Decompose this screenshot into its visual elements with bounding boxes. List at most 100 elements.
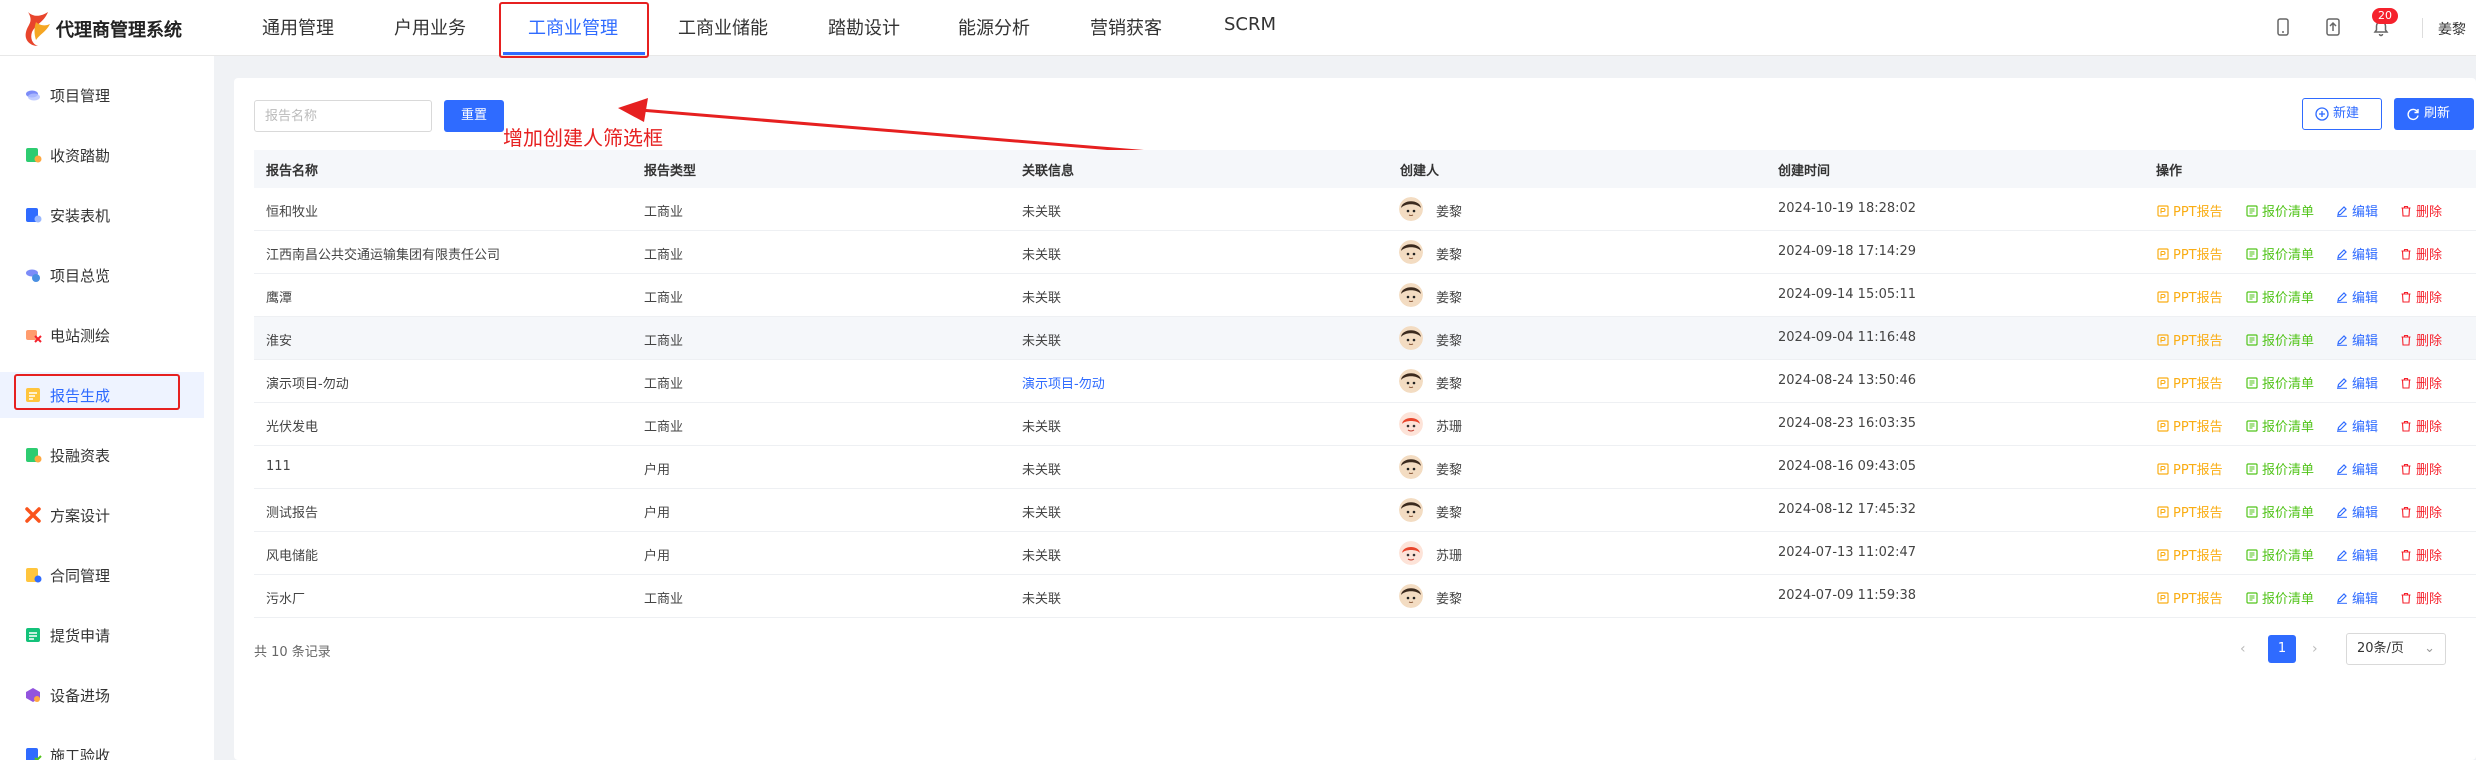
edit-button[interactable]: 编辑 [2336,287,2378,306]
page-number-1[interactable]: 1 [2268,635,2296,663]
topnav-energy-analysis[interactable]: 能源分析 [958,14,1030,40]
delete-button[interactable]: 删除 [2400,373,2442,392]
ppt-report-label: PPT报告 [2173,549,2223,564]
ppt-report-button[interactable]: PPT报告 [2157,459,2223,478]
edit-button[interactable]: 编辑 [2336,588,2378,607]
prev-page-icon[interactable]: ‹ [2240,641,2246,657]
ppt-report-button[interactable]: PPT报告 [2157,244,2223,263]
quote-list-button[interactable]: 报价清单 [2246,244,2314,263]
topnav-marketing[interactable]: 营销获客 [1090,14,1162,40]
cell-report-type: 工商业 [644,291,684,306]
new-button[interactable]: 新建 [2302,98,2382,130]
quote-list-button[interactable]: 报价清单 [2246,201,2314,220]
cell-link-info[interactable]: 演示项目-勿动 [1022,373,1105,392]
edit-button[interactable]: 编辑 [2336,459,2378,478]
cell-report-name: 光伏发电 [266,420,319,435]
sidebar-item-install[interactable]: 安装表机 [0,192,204,238]
ppt-report-button[interactable]: PPT报告 [2157,502,2223,521]
upload-icon[interactable] [2322,16,2344,38]
ppt-report-button[interactable]: PPT报告 [2157,201,2223,220]
delete-button[interactable]: 删除 [2400,201,2442,220]
delete-button[interactable]: 删除 [2400,287,2442,306]
table-row: 淮安 工商业 未关联 姜黎 2024-09-04 11:16:48 PPT报告 报价清单 编辑… [254,317,2476,360]
report-name-search-input[interactable] [254,100,432,132]
column-header-creator: 创建人 [1400,164,1440,179]
avatar [1399,541,1423,565]
cell-report-type: 户用 [644,506,671,521]
quote-list-button[interactable]: 报价清单 [2246,502,2314,521]
sidebar-item-project[interactable]: 项目管理 [0,72,204,118]
ppt-report-button[interactable]: PPT报告 [2157,287,2223,306]
delete-button[interactable]: 删除 [2400,459,2442,478]
sidebar-item-survey[interactable]: 收资踏勘 [0,132,204,178]
delete-button[interactable]: 删除 [2400,330,2442,349]
cell-link-info: 未关联 [1022,248,1062,263]
list-file-icon [2246,549,2258,561]
cell-creator: 姜黎 [1436,248,1463,263]
quote-list-button[interactable]: 报价清单 [2246,545,2314,564]
quote-list-button[interactable]: 报价清单 [2246,330,2314,349]
edit-button[interactable]: 编辑 [2336,201,2378,220]
cell-report-name: 演示项目-勿动 [266,377,349,392]
cell-created-time: 2024-08-24 13:50:46 [1778,373,1917,388]
quote-list-button[interactable]: 报价清单 [2246,373,2314,392]
sidebar-item-contract[interactable]: 合同管理 [0,552,204,598]
edit-button[interactable]: 编辑 [2336,244,2378,263]
topnav-survey-design[interactable]: 踏勘设计 [828,14,900,40]
sidebar-item-acceptance[interactable]: 施工验收 [0,732,204,760]
user-name[interactable]: 姜黎 [2438,19,2466,39]
delete-button[interactable]: 删除 [2400,588,2442,607]
sidebar-item-label: 收资踏勘 [50,147,111,165]
edit-button[interactable]: 编辑 [2336,373,2378,392]
sidebar-item-overview[interactable]: 项目总览 [0,252,204,298]
edit-button[interactable]: 编辑 [2336,502,2378,521]
sidebar-item-design[interactable]: 方案设计 [0,492,204,538]
sidebar-item-finance[interactable]: 投融资表 [0,432,204,478]
ppt-report-button[interactable]: PPT报告 [2157,416,2223,435]
list-file-icon [2246,248,2258,260]
trash-icon [2401,592,2411,604]
topnav-residential[interactable]: 户用业务 [394,14,466,40]
refresh-button[interactable]: 刷新 [2394,98,2474,130]
quote-list-label: 报价清单 [2262,205,2315,220]
cell-creator: 姜黎 [1436,205,1463,220]
ppt-report-button[interactable]: PPT报告 [2157,373,2223,392]
quote-list-button[interactable]: 报价清单 [2246,416,2314,435]
edit-button[interactable]: 编辑 [2336,330,2378,349]
reset-button[interactable]: 重置 [444,100,504,132]
cell-created-time: 2024-09-14 15:05:11 [1778,287,1917,302]
list-file-icon [2246,377,2258,389]
edit-icon [2337,464,2347,475]
topnav-general[interactable]: 通用管理 [262,14,334,40]
ppt-report-button[interactable]: PPT报告 [2157,330,2223,349]
topnav-scrm[interactable]: SCRM [1224,14,1276,35]
topnav-storage[interactable]: 工商业储能 [678,14,768,40]
next-page-icon[interactable]: › [2312,641,2318,657]
mobile-icon[interactable] [2272,16,2294,38]
avatar [1399,283,1423,307]
quote-list-button[interactable]: 报价清单 [2246,287,2314,306]
sidebar-item-mapping[interactable]: 电站测绘 [0,312,204,358]
edit-button[interactable]: 编辑 [2336,545,2378,564]
delete-button[interactable]: 删除 [2400,502,2442,521]
quote-list-button[interactable]: 报价清单 [2246,459,2314,478]
delete-button[interactable]: 删除 [2400,244,2442,263]
sidebar-item-equipment[interactable]: 设备进场 [0,672,204,718]
quote-list-button[interactable]: 报价清单 [2246,588,2314,607]
page-size-select[interactable]: 20条/页 ⌄ [2346,633,2446,665]
avatar [1399,240,1423,264]
edit-label: 编辑 [2352,248,2379,263]
edit-button[interactable]: 编辑 [2336,416,2378,435]
ppt-report-label: PPT报告 [2173,205,2223,220]
trash-icon [2401,248,2411,260]
delete-button[interactable]: 删除 [2400,416,2442,435]
sidebar-item-pickup[interactable]: 提货申请 [0,612,204,658]
ppt-report-button[interactable]: PPT报告 [2157,588,2223,607]
ppt-report-button[interactable]: PPT报告 [2157,545,2223,564]
delete-button[interactable]: 删除 [2400,545,2442,564]
quote-list-label: 报价清单 [2262,549,2315,564]
sidebar-item-label: 项目总览 [50,267,111,285]
ppt-report-label: PPT报告 [2173,291,2223,306]
trash-icon [2401,205,2411,217]
edit-icon [2337,421,2347,432]
